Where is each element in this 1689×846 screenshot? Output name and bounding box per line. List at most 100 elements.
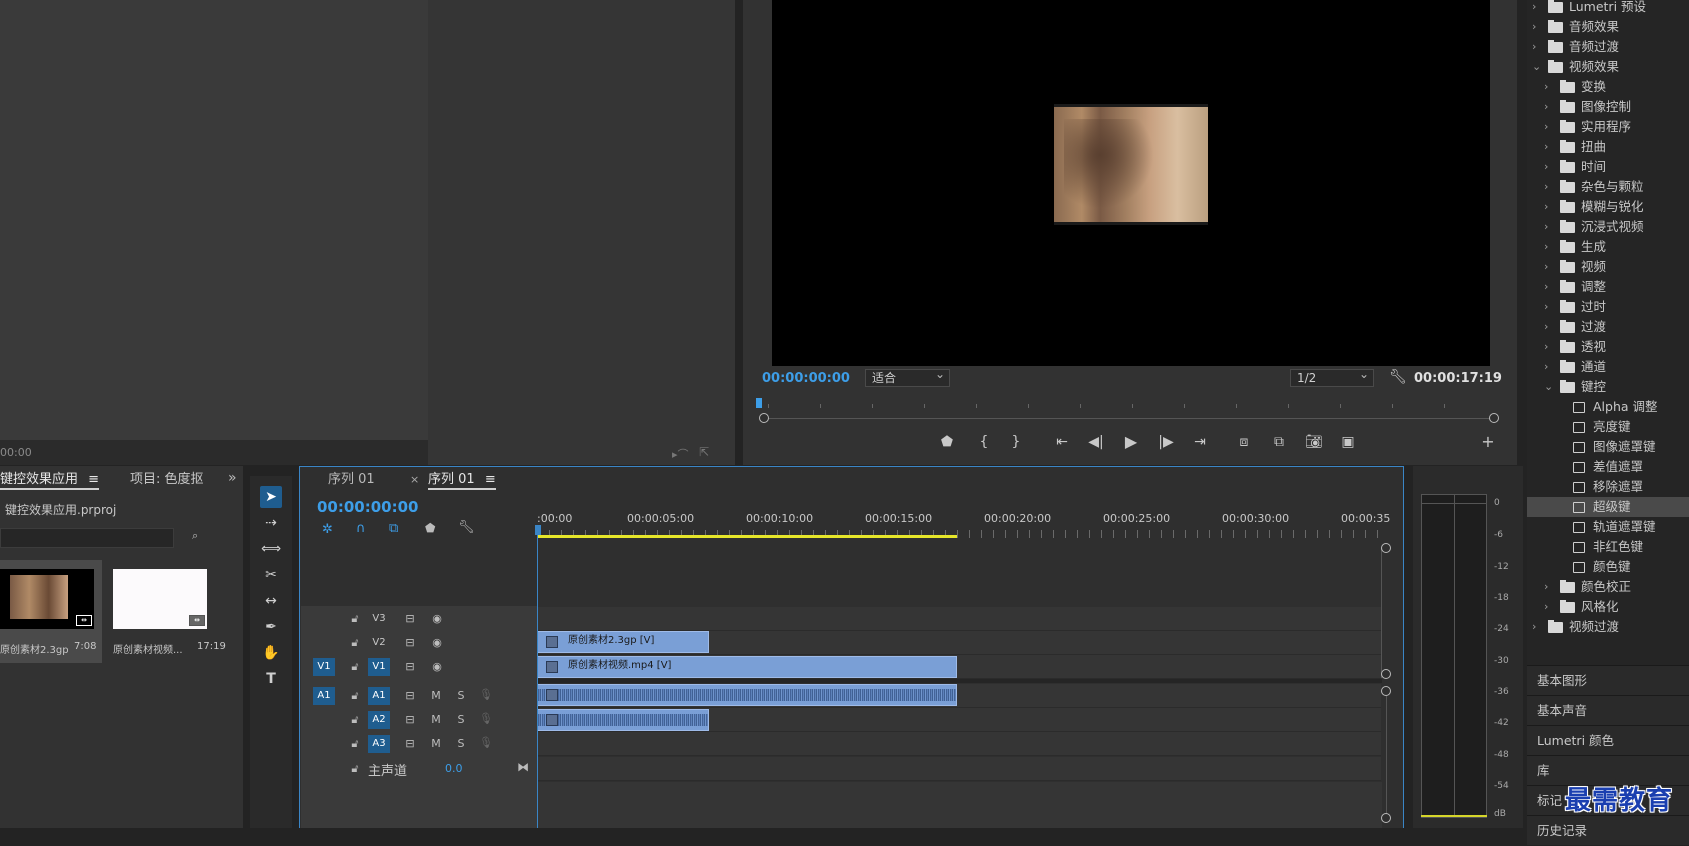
effects-item-14[interactable]: › 调整	[1527, 277, 1689, 297]
chevron-down-icon[interactable]: ⌄	[1544, 377, 1554, 397]
sync-icon[interactable]: ⊟	[402, 689, 418, 702]
effects-item-8[interactable]: › 时间	[1527, 157, 1689, 177]
selection-tool-icon[interactable]: ➤	[260, 486, 282, 508]
effects-item-13[interactable]: › 视频	[1527, 257, 1689, 277]
timeline-playhead-handle[interactable]	[535, 525, 541, 535]
step-forward-icon[interactable]: |▶	[1154, 432, 1178, 452]
sync-icon[interactable]: ⊟	[402, 713, 418, 726]
solo-button[interactable]: S	[453, 713, 469, 726]
clip-a2[interactable]	[537, 709, 709, 731]
compare-view-icon[interactable]: ▣	[1336, 432, 1360, 452]
lock-icon[interactable]: 🔓︎	[347, 762, 363, 776]
lock-icon[interactable]: 🔓︎	[347, 612, 363, 626]
eye-icon[interactable]: ◉	[429, 636, 445, 649]
tab-project-chroma[interactable]: 项目: 色度抠	[130, 470, 204, 490]
ripple-edit-tool-icon[interactable]: ⟺	[260, 538, 282, 560]
track-select-tool-icon[interactable]: ⇢	[260, 512, 282, 534]
tab-project-keying[interactable]: 键控效果应用 ≡	[0, 470, 100, 490]
go-to-end-icon[interactable]: ⧓	[517, 760, 529, 774]
chevron-right-icon[interactable]: ›	[1544, 577, 1554, 597]
timeline-settings-icon[interactable]: 🔧︎	[458, 520, 475, 535]
effects-item-22[interactable]: 图像遮罩键	[1527, 437, 1689, 457]
mute-button[interactable]: M	[428, 689, 444, 702]
lock-icon[interactable]: 🔓︎	[347, 689, 363, 703]
microphone-icon[interactable]: 🎙︎	[478, 688, 494, 701]
play-icon[interactable]: ▶	[1119, 432, 1143, 452]
mute-button[interactable]: M	[428, 737, 444, 750]
effects-item-30[interactable]: › 风格化	[1527, 597, 1689, 617]
chevron-right-icon[interactable]: ›	[1544, 317, 1554, 337]
camera-icon[interactable]: 📷︎	[1302, 432, 1326, 452]
effects-item-5[interactable]: › 图像控制	[1527, 97, 1689, 117]
pen-tool-icon[interactable]: ✒	[260, 616, 282, 638]
mute-button[interactable]: M	[428, 713, 444, 726]
find-icon[interactable]: ⌕	[192, 529, 198, 543]
effects-item-23[interactable]: 差值遮罩	[1527, 457, 1689, 477]
chevron-right-icon[interactable]: ›	[1544, 137, 1554, 157]
fit-select[interactable]: 适合	[865, 367, 950, 387]
sync-icon[interactable]: ⊟	[402, 636, 418, 649]
effects-item-3[interactable]: ⌄ 视频效果	[1527, 57, 1689, 77]
slip-tool-icon[interactable]: ↔	[260, 590, 282, 612]
chevron-right-icon[interactable]: ›	[1544, 357, 1554, 377]
go-to-out-icon[interactable]: ⇥	[1188, 432, 1212, 452]
add-marker-timeline-icon[interactable]: ⬟	[425, 521, 435, 535]
chevron-right-icon[interactable]: ›	[1544, 277, 1554, 297]
lock-icon[interactable]: 🔓︎	[347, 713, 363, 727]
bin-thumbnail-1[interactable]: ⇹	[0, 569, 94, 629]
clip-a1[interactable]	[537, 684, 957, 706]
a-scroll-handle-bottom[interactable]	[1381, 813, 1391, 823]
chevron-right-icon[interactable]: ›	[1544, 217, 1554, 237]
effects-item-17[interactable]: › 透视	[1527, 337, 1689, 357]
effects-item-16[interactable]: › 过渡	[1527, 317, 1689, 337]
a-scroll-track[interactable]	[1386, 696, 1387, 814]
lock-icon[interactable]: 🔓︎	[347, 636, 363, 650]
track-v3-label[interactable]: V3	[368, 610, 390, 628]
chevron-right-icon[interactable]: ›	[1544, 157, 1554, 177]
effects-item-2[interactable]: › 音频过渡	[1527, 37, 1689, 57]
tab-sequence-01-a[interactable]: 序列 01	[328, 470, 375, 490]
solo-button[interactable]: S	[453, 737, 469, 750]
bin-thumbnail-2[interactable]: ⇹	[113, 569, 207, 629]
work-area-bar[interactable]	[537, 535, 957, 538]
effects-item-28[interactable]: 颜色键	[1527, 557, 1689, 577]
resolution-select[interactable]: 1/2	[1290, 367, 1374, 387]
chevron-right-icon[interactable]: ›	[1544, 97, 1554, 117]
scrub-start-handle[interactable]	[759, 413, 769, 423]
chevron-right-icon[interactable]: ›	[1544, 257, 1554, 277]
lock-icon[interactable]: 🔓︎	[347, 660, 363, 674]
solo-button[interactable]: S	[453, 689, 469, 702]
master-volume-value[interactable]: 0.0	[445, 762, 463, 775]
mark-in-icon[interactable]: {	[972, 432, 996, 452]
chevron-down-icon[interactable]: ⌄	[1532, 57, 1542, 77]
section-essential-sound[interactable]: 基本声音	[1527, 695, 1689, 725]
linked-selection-icon[interactable]: ⧉	[389, 521, 398, 536]
chevron-right-icon[interactable]: ›	[1544, 597, 1554, 617]
project-search-input[interactable]	[0, 528, 174, 548]
scrub-end-handle[interactable]	[1489, 413, 1499, 423]
source-patch-a1[interactable]: A1	[313, 687, 335, 705]
source-patch-v1[interactable]: V1	[313, 658, 335, 676]
eye-icon[interactable]: ◉	[429, 660, 445, 673]
effects-item-1[interactable]: › 音频效果	[1527, 17, 1689, 37]
eye-icon[interactable]: ◉	[429, 612, 445, 625]
tab-sequence-01-b[interactable]: 序列 01 ≡	[428, 470, 496, 490]
track-divider[interactable]	[537, 679, 1382, 683]
chevron-right-icon[interactable]: ›	[1532, 617, 1542, 637]
section-essential-graphics[interactable]: 基本图形	[1527, 665, 1689, 695]
chevron-right-icon[interactable]: ›	[1544, 177, 1554, 197]
wrench-icon[interactable]: 🔧︎	[1389, 369, 1407, 385]
effects-item-27[interactable]: 非红色键	[1527, 537, 1689, 557]
effects-item-12[interactable]: › 生成	[1527, 237, 1689, 257]
razor-tool-icon[interactable]: ✂	[260, 564, 282, 586]
effects-item-6[interactable]: › 实用程序	[1527, 117, 1689, 137]
effects-item-31[interactable]: › 视频过渡	[1527, 617, 1689, 637]
section-lumetri-color[interactable]: Lumetri 颜色	[1527, 725, 1689, 755]
chevron-right-icon[interactable]: ›	[1544, 77, 1554, 97]
microphone-icon[interactable]: 🎙︎	[478, 736, 494, 749]
chevron-right-icon[interactable]: ›	[1532, 0, 1542, 17]
add-marker-icon[interactable]: ⬟	[935, 432, 959, 452]
effects-item-7[interactable]: › 扭曲	[1527, 137, 1689, 157]
section-history[interactable]: 历史记录	[1527, 815, 1689, 845]
v-scroll-handle-bottom[interactable]	[1381, 669, 1391, 679]
